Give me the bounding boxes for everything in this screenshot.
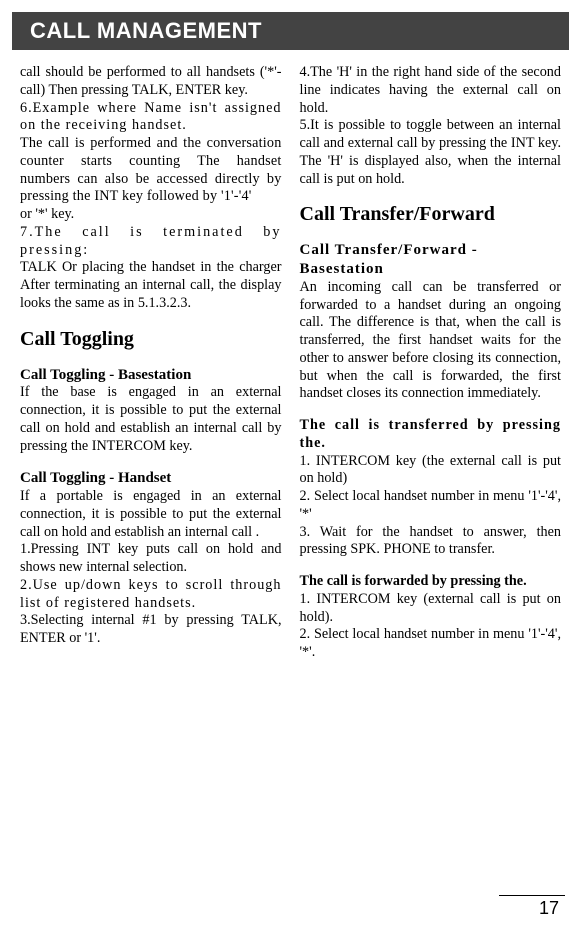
para: The call is performed and the conversati… — [20, 135, 282, 206]
para: 2. Select local handset number in menu '… — [300, 626, 562, 662]
right-column: 4.The 'H' in the right hand side of the … — [300, 64, 562, 662]
subheading-transferred: The call is transferred by pressing the. — [300, 417, 562, 453]
para: or '*' key. — [20, 206, 282, 224]
para: 7.The call is terminated by pressing: — [20, 224, 282, 260]
para: If the base is engaged in an external co… — [20, 384, 282, 455]
para: If a portable is engaged in an external … — [20, 488, 282, 541]
para: call should be performed to all handsets… — [20, 64, 282, 100]
para: 4.The 'H' in the right hand side of the … — [300, 64, 562, 117]
section-banner: CALL MANAGEMENT — [12, 12, 569, 50]
heading-transfer-basestation: Call Transfer/Forward - Basestation — [300, 241, 562, 279]
para: 1.Pressing INT key puts call on hold and… — [20, 541, 282, 577]
para: 6.Example where Name isn't assigned on t… — [20, 100, 282, 136]
para: 5.It is possible to toggle between an in… — [300, 117, 562, 188]
heading-call-toggling: Call Toggling — [20, 327, 282, 352]
subheading-forwarded: The call is forwarded by pressing the. — [300, 573, 562, 591]
heading-call-transfer: Call Transfer/Forward — [300, 202, 562, 227]
para: 2. Select local handset number in menu '… — [300, 488, 562, 524]
page-number: 17 — [499, 895, 565, 919]
left-column: call should be performed to all handsets… — [20, 64, 282, 662]
heading-toggling-basestation: Call Toggling - Basestation — [20, 366, 282, 385]
para: 1. INTERCOM key (the external call is pu… — [300, 453, 562, 489]
para: 3. Wait for the handset to answer, then … — [300, 524, 562, 560]
para: TALK Or placing the handset in the charg… — [20, 259, 282, 312]
para: 2.Use up/down keys to scroll through lis… — [20, 577, 282, 613]
para: 1. INTERCOM key (external call is put on… — [300, 591, 562, 627]
para: An incoming call can be transferred or f… — [300, 279, 562, 403]
para: 3.Selecting internal #1 by pressing TALK… — [20, 612, 282, 648]
heading-toggling-handset: Call Toggling - Handset — [20, 469, 282, 488]
